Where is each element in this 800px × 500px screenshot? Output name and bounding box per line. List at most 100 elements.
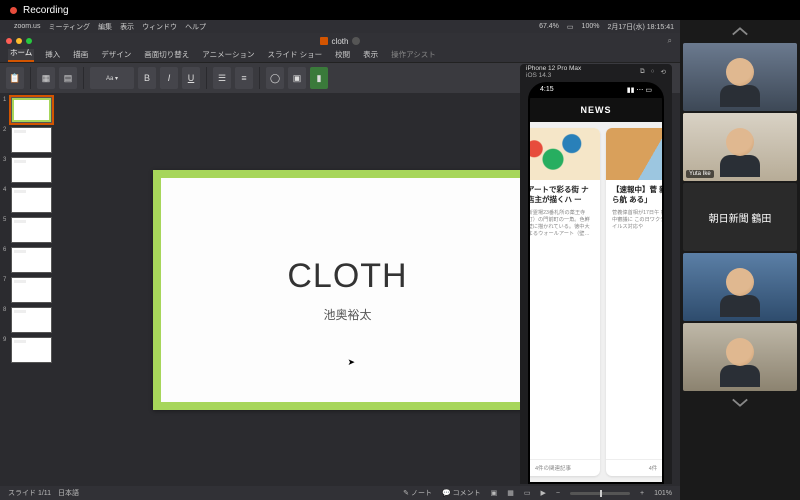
current-slide[interactable]: CLOTH 池奥裕太 ➤ [153, 170, 543, 410]
thumbnail-5[interactable]: 5 [3, 217, 52, 243]
phone-signal-icon: ▮▮ ⋯ ▭ [627, 86, 652, 94]
zoom-level[interactable]: 101% [654, 490, 672, 497]
tab-review[interactable]: 校閲 [333, 47, 352, 62]
new-slide-button[interactable]: ▦ [37, 67, 55, 89]
news-card-image [606, 128, 662, 180]
tab-animation[interactable]: アニメーション [200, 47, 256, 62]
navbar-title: NEWS [581, 105, 612, 115]
slide-title[interactable]: CLOTH [287, 257, 407, 296]
slide-thumbnails[interactable]: 1CLOTH 2 3 4 5 6 7 8 9 [0, 93, 55, 486]
bold-button[interactable]: B [138, 67, 156, 89]
scroll-up-button[interactable] [680, 20, 800, 42]
comments-button[interactable]: 💬 コメント [442, 488, 481, 498]
thumbnail-8[interactable]: 8 [3, 307, 52, 333]
participant-tile[interactable] [683, 323, 797, 391]
view-slideshow-icon[interactable]: ▶ [541, 489, 546, 497]
view-sorter-icon[interactable]: ▦ [507, 489, 514, 497]
sim-rotate-icon[interactable]: ⟲ [661, 68, 666, 76]
thumbnail-9[interactable]: 9 [3, 337, 52, 363]
participant-video [683, 323, 797, 391]
view-reading-icon[interactable]: ▭ [524, 489, 531, 497]
phone-time: 4:15 [540, 86, 554, 94]
slide-subtitle[interactable]: 池奥裕太 [323, 306, 371, 323]
menubar-battery-icon: ▭ [567, 23, 574, 31]
tab-tell-me[interactable]: 操作アシスト [389, 47, 438, 62]
shapes-button[interactable]: ◯ [266, 67, 284, 89]
bullets-button[interactable]: ☰ [213, 67, 231, 89]
phone-notch [569, 84, 623, 96]
window-controls[interactable] [6, 38, 32, 44]
sim-home-icon[interactable]: ○ [651, 68, 655, 76]
participant-display-name: 朝日新聞 鶴田 [709, 210, 772, 225]
save-indicator-icon[interactable] [352, 37, 360, 45]
cursor-icon: ➤ [348, 357, 356, 368]
fill-button[interactable]: ▮ [310, 67, 328, 89]
participant-tile-nocam[interactable]: 朝日新聞 鶴田 [683, 183, 797, 251]
sim-os-version: iOS 14.3 [526, 72, 581, 79]
menu-help[interactable]: ヘルプ [185, 22, 206, 32]
news-card-title: 【速報中】菅 新社長から航 ある」 [606, 180, 662, 210]
news-card-1[interactable]: ールアートで彩る街 ナ休業店主が描くハ ー 十八ヶ所霊場23番札所の薬王寺（美波… [530, 128, 600, 476]
view-normal-icon[interactable]: ▣ [491, 489, 498, 497]
news-card-2[interactable]: 【速報中】菅 新社長から航 ある」 菅義偉首相が17日午 審委員会の集中審議に … [606, 128, 662, 476]
tab-view[interactable]: 表示 [361, 47, 380, 62]
zoom-in-button[interactable]: + [640, 490, 644, 497]
maximize-icon[interactable] [26, 38, 32, 44]
paste-button[interactable]: 📋 [6, 67, 24, 89]
arrange-button[interactable]: ▣ [288, 67, 306, 89]
menu-meeting[interactable]: ミーティング [48, 22, 90, 32]
tab-design[interactable]: デザイン [99, 47, 133, 62]
participant-tile-active[interactable]: Yuta Ike [683, 113, 797, 181]
sim-device-name: iPhone 12 Pro Max [526, 65, 581, 72]
notes-button[interactable]: ✎ ノート [403, 488, 432, 498]
participant-video [683, 253, 797, 321]
phone-frame: 4:15 ▮▮ ⋯ ▭ NEWS ールアートで彩る街 ナ休業店主が描くハ ー 十… [528, 82, 664, 484]
tab-slideshow[interactable]: スライド ショー [265, 47, 324, 62]
menu-window[interactable]: ウィンドウ [142, 22, 177, 32]
news-card-footer[interactable]: 4件 [606, 459, 662, 476]
participants-panel: Yuta Ike 朝日新聞 鶴田 [680, 20, 800, 500]
menubar-clock: 2月17日(水) 18:15:41 [607, 22, 674, 32]
chevron-up-icon [731, 25, 749, 37]
thumbnail-2[interactable]: 2 [3, 127, 52, 153]
recording-indicator-icon [10, 7, 17, 14]
sim-screenshot-icon[interactable]: ⧉ [640, 68, 645, 76]
close-icon[interactable] [6, 38, 12, 44]
thumbnail-7[interactable]: 7 [3, 277, 52, 303]
recording-label: Recording [23, 5, 69, 16]
ppt-doc-icon [320, 37, 328, 45]
menu-edit[interactable]: 編集 [98, 22, 112, 32]
layout-button[interactable]: ▤ [59, 67, 77, 89]
news-card-footer[interactable]: 4件の関連記事 [530, 459, 600, 476]
menu-view[interactable]: 表示 [120, 22, 134, 32]
participant-tile[interactable] [683, 43, 797, 111]
thumbnail-3[interactable]: 3 [3, 157, 52, 183]
ios-simulator: iPhone 12 Pro Max iOS 14.3 ⧉ ○ ⟲ 4:15 ▮▮… [520, 64, 672, 484]
news-feed[interactable]: ールアートで彩る街 ナ休業店主が描くハ ー 十八ヶ所霊場23番札所の薬王寺（美波… [530, 122, 662, 482]
tab-insert[interactable]: 挿入 [43, 47, 62, 62]
news-card-image [530, 128, 600, 180]
thumbnail-4[interactable]: 4 [3, 187, 52, 213]
thumbnail-1[interactable]: 1CLOTH [3, 97, 52, 123]
ppt-status-bar: スライド 1/11 日本語 ✎ ノート 💬 コメント ▣ ▦ ▭ ▶ − + 1… [0, 486, 680, 500]
align-button[interactable]: ≡ [235, 67, 253, 89]
chevron-down-icon [731, 397, 749, 409]
ribbon-tabs: ホーム 挿入 描画 デザイン 画面切り替え アニメーション スライド ショー 校… [0, 49, 680, 63]
zoom-out-button[interactable]: − [556, 490, 560, 497]
font-button[interactable]: Aa ▾ [90, 67, 134, 89]
underline-button[interactable]: U [182, 67, 200, 89]
thumbnail-6[interactable]: 6 [3, 247, 52, 273]
news-card-desc: 十八ヶ所霊場23番札所の薬王寺（美波町）の門前町の一角。色鮮な絵が壁に描かれてい… [530, 210, 600, 459]
italic-button[interactable]: I [160, 67, 178, 89]
app-navbar: NEWS [530, 98, 662, 122]
tab-transition[interactable]: 画面切り替え [142, 47, 191, 62]
participant-tile[interactable] [683, 253, 797, 321]
search-icon[interactable]: ⌕ [668, 36, 672, 46]
app-name[interactable]: zoom.us [14, 23, 40, 30]
zoom-slider[interactable] [570, 492, 630, 495]
scroll-down-button[interactable] [680, 392, 800, 414]
shared-screen: zoom.us ミーティング 編集 表示 ウィンドウ ヘルプ 67.4% ▭ 1… [0, 20, 680, 500]
minimize-icon[interactable] [16, 38, 22, 44]
powerpoint-titlebar: cloth ⌕ [0, 33, 680, 49]
tab-draw[interactable]: 描画 [71, 47, 90, 62]
